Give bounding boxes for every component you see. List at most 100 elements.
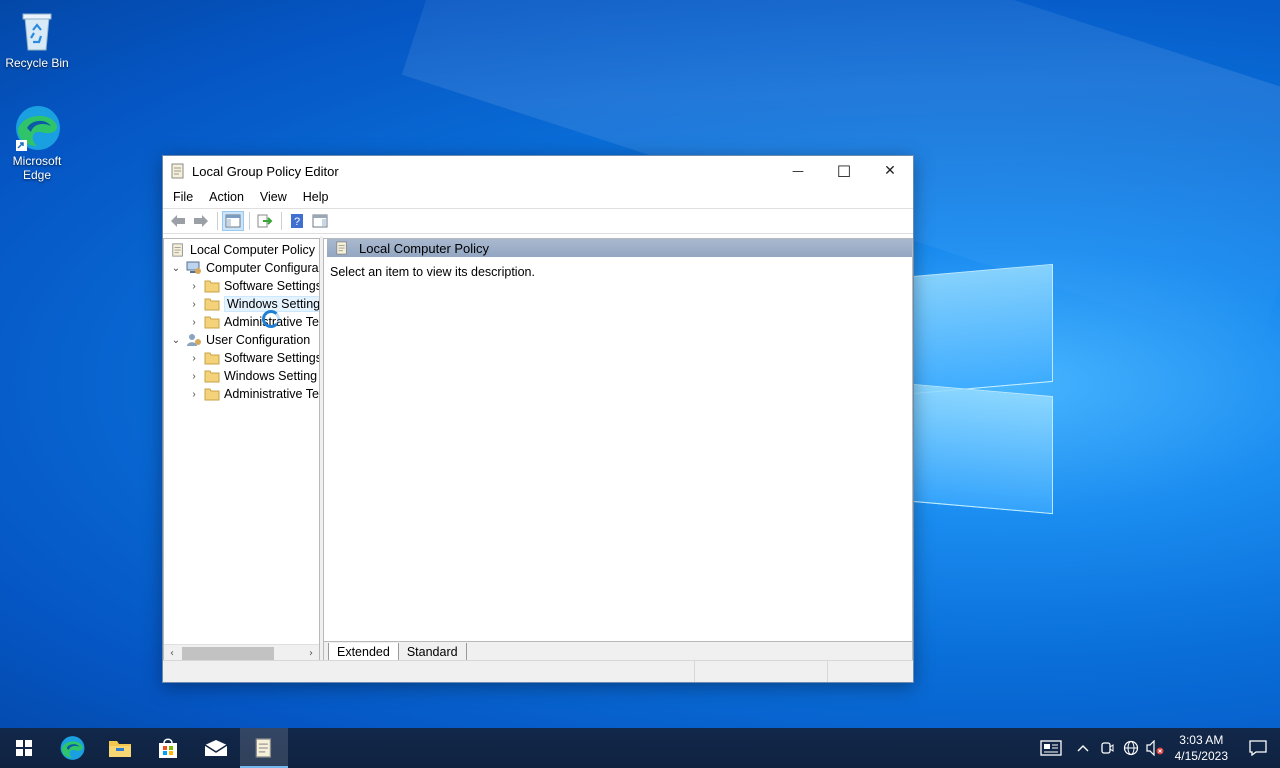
help-icon: ? xyxy=(291,214,303,228)
mail-icon xyxy=(204,740,228,756)
folder-icon xyxy=(204,370,220,383)
menu-help[interactable]: Help xyxy=(295,190,337,204)
chevron-right-icon[interactable]: › xyxy=(188,389,200,400)
export-list-icon xyxy=(257,214,273,228)
scroll-right-icon[interactable]: › xyxy=(303,648,319,659)
chevron-right-icon[interactable]: › xyxy=(188,281,200,292)
tree-item-computer-administrative-templates[interactable]: › Administrative Te xyxy=(188,313,319,331)
forward-arrow-icon xyxy=(194,215,208,227)
tree-item-label: Local Computer Policy xyxy=(190,243,316,257)
tree-item-user-windows-settings[interactable]: › Windows Setting xyxy=(188,367,317,385)
recycle-bin-label: Recycle Bin xyxy=(5,56,69,70)
title-bar[interactable]: Local Group Policy Editor — ☐ ✕ xyxy=(163,156,913,186)
menu-action[interactable]: Action xyxy=(201,190,252,204)
meet-now-icon[interactable] xyxy=(1095,728,1119,768)
windows-start-icon xyxy=(16,740,32,756)
tree-item-label: Windows Setting xyxy=(224,369,318,383)
start-button[interactable] xyxy=(0,728,48,768)
chevron-right-icon[interactable]: › xyxy=(188,371,200,382)
help-button[interactable]: ? xyxy=(286,211,308,231)
chevron-down-icon[interactable]: ⌄ xyxy=(170,263,182,274)
scroll-thumb[interactable] xyxy=(182,646,274,660)
chevron-up-icon[interactable] xyxy=(1071,728,1095,768)
svg-text:?: ? xyxy=(294,216,300,228)
toolbar-separator xyxy=(249,212,250,230)
chevron-right-icon[interactable]: › xyxy=(188,317,200,328)
menu-file[interactable]: File xyxy=(165,190,201,204)
tree-item-label: Administrative Te xyxy=(224,387,319,401)
folder-icon xyxy=(109,741,131,757)
taskbar: 3:03 AM 4/15/2023 xyxy=(0,728,1280,768)
taskbar-mail[interactable] xyxy=(192,728,240,768)
taskbar-edge[interactable] xyxy=(48,728,96,768)
scroll-left-icon[interactable]: ‹ xyxy=(164,648,180,659)
tree-item-computer-windows-settings[interactable]: › Windows Settings xyxy=(188,295,319,313)
store-icon xyxy=(159,738,177,758)
edge-icon xyxy=(13,104,61,152)
chevron-right-icon[interactable]: › xyxy=(188,353,200,364)
taskbar-file-explorer[interactable] xyxy=(96,728,144,768)
windows-logo-wallpaper xyxy=(912,256,1054,515)
tree-item-label: User Configuration xyxy=(206,333,311,347)
menu-bar: File Action View Help xyxy=(163,186,913,208)
desktop-icon-edge[interactable]: Microsoft Edge xyxy=(1,104,73,182)
action-pane-icon xyxy=(312,214,328,228)
folder-icon xyxy=(204,352,220,365)
details-header-title: Local Computer Policy xyxy=(359,240,490,256)
show-action-pane-button[interactable] xyxy=(309,211,331,231)
notifications-icon[interactable] xyxy=(1236,728,1280,768)
busy-cursor-icon xyxy=(262,310,280,328)
folder-icon xyxy=(204,316,220,329)
folder-icon xyxy=(204,388,220,401)
tree-item-user-administrative-templates[interactable]: › Administrative Te xyxy=(188,385,319,403)
toolbar-separator xyxy=(217,212,218,230)
taskbar-group-policy-editor[interactable] xyxy=(240,728,288,768)
network-globe-icon[interactable] xyxy=(1119,728,1143,768)
toolbar-separator xyxy=(281,212,282,230)
policy-document-icon xyxy=(255,738,272,758)
edge-icon xyxy=(60,736,85,760)
export-list-button[interactable] xyxy=(254,211,276,231)
console-tree-icon xyxy=(225,214,241,228)
policy-document-icon xyxy=(336,241,347,255)
chevron-right-icon[interactable]: › xyxy=(188,299,200,310)
clock-date: 4/15/2023 xyxy=(1174,749,1228,763)
view-tabs: Extended Standard xyxy=(324,641,912,661)
folder-icon xyxy=(204,298,220,311)
clock-time: 3:03 AM xyxy=(1179,733,1224,747)
show-hide-console-tree-button[interactable] xyxy=(222,211,244,231)
volume-muted-icon[interactable] xyxy=(1143,728,1167,768)
details-description: Select an item to view its description. xyxy=(330,265,535,279)
tab-extended[interactable]: Extended xyxy=(328,643,399,661)
tab-standard[interactable]: Standard xyxy=(397,643,467,661)
window-title: Local Group Policy Editor xyxy=(192,163,339,179)
tree-item-computer-configuration[interactable]: ⌄ Computer Configura xyxy=(170,259,319,277)
tree-item-label: Software Settings xyxy=(224,351,320,365)
forward-button[interactable] xyxy=(190,211,212,231)
news-widget-icon[interactable] xyxy=(1031,728,1071,768)
policy-document-icon xyxy=(171,163,185,179)
user-icon xyxy=(187,334,201,346)
minimize-button[interactable]: — xyxy=(775,156,821,186)
menu-view[interactable]: View xyxy=(252,190,295,204)
close-button[interactable]: ✕ xyxy=(867,156,913,186)
tree-item-local-computer-policy[interactable]: Local Computer Policy xyxy=(170,241,315,259)
maximize-button[interactable]: ☐ xyxy=(821,156,867,186)
recycle-bin-icon xyxy=(13,6,61,54)
tree-item-computer-software-settings[interactable]: › Software Settings xyxy=(188,277,319,295)
tree-horizontal-scrollbar[interactable]: ‹ › xyxy=(164,644,319,661)
desktop-icon-recycle-bin[interactable]: Recycle Bin xyxy=(1,6,73,70)
taskbar-store[interactable] xyxy=(144,728,192,768)
tree-item-user-software-settings[interactable]: › Software Settings xyxy=(188,349,320,367)
back-arrow-icon xyxy=(171,215,185,227)
group-policy-editor-window[interactable]: Local Group Policy Editor — ☐ ✕ File Act… xyxy=(162,155,914,683)
clock[interactable]: 3:03 AM 4/15/2023 xyxy=(1167,732,1236,764)
details-pane: Local Computer Policy Select an item to … xyxy=(323,238,913,662)
back-button[interactable] xyxy=(167,211,189,231)
edge-label: Microsoft Edge xyxy=(12,154,62,182)
chevron-down-icon[interactable]: ⌄ xyxy=(170,335,182,346)
tree-item-user-configuration[interactable]: ⌄ User Configuration xyxy=(170,331,310,349)
status-bar xyxy=(163,660,913,682)
content-area: Local Computer Policy ⌄ Computer Configu… xyxy=(163,236,913,662)
console-tree[interactable]: Local Computer Policy ⌄ Computer Configu… xyxy=(163,238,320,662)
